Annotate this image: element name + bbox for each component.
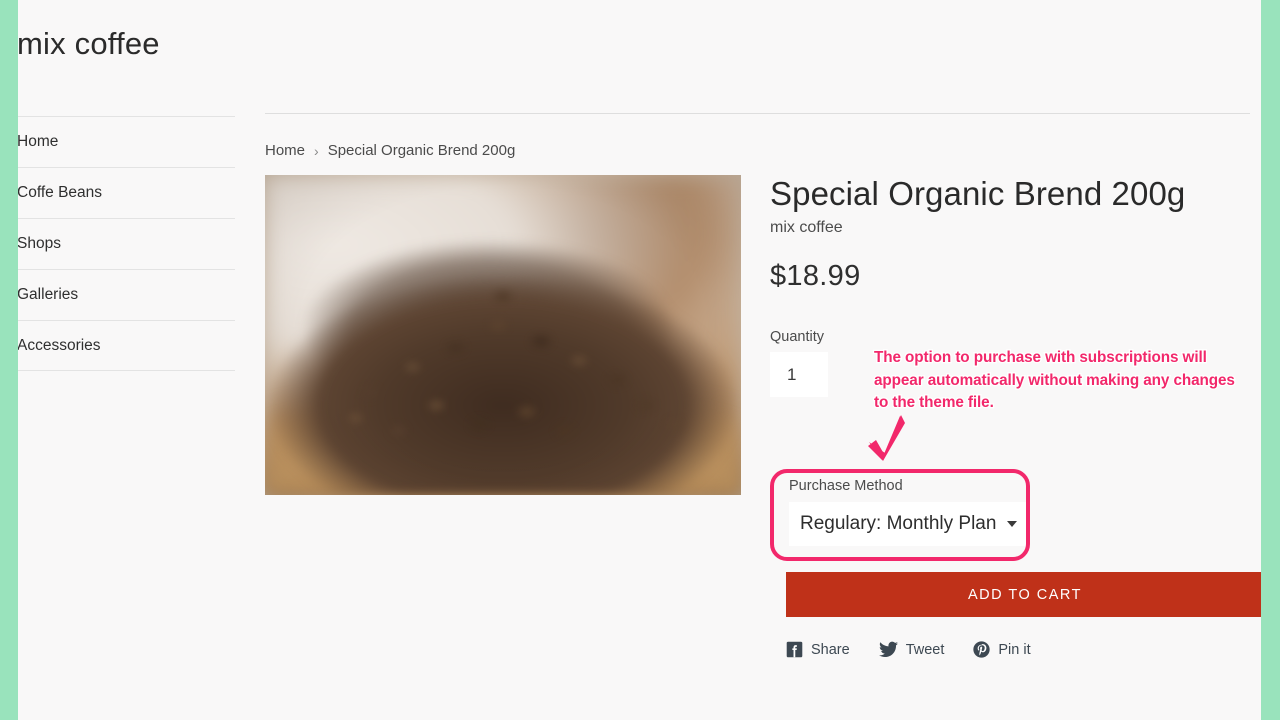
sidebar-item-home[interactable]: Home — [18, 116, 235, 167]
photo-vignette-layer — [265, 175, 741, 495]
page-border-right — [1261, 0, 1280, 720]
product-vendor[interactable]: mix coffee — [770, 219, 1248, 237]
quantity-input[interactable] — [770, 352, 828, 397]
sidebar-item-label: Coffe Beans — [18, 184, 103, 201]
sidebar-item-label: Galleries — [18, 286, 79, 303]
quantity-label: Quantity — [770, 329, 824, 345]
sidebar: mix coffee Home Coffe Beans Shops Galler… — [18, 0, 235, 720]
breadcrumb-home-link[interactable]: Home — [265, 142, 305, 159]
annotation-arrow-icon — [860, 414, 906, 467]
store-brand-title[interactable]: mix coffee — [18, 0, 235, 62]
add-to-cart-button[interactable]: ADD TO CART — [786, 572, 1261, 617]
purchase-method-block: Purchase Method Regulary: Monthly Plan — [782, 478, 1036, 546]
share-pinterest-button[interactable]: Pin it — [973, 641, 1031, 658]
share-twitter-label: Tweet — [905, 641, 945, 658]
breadcrumb: Home › Special Organic Brend 200g — [265, 142, 1251, 159]
pinterest-icon — [973, 641, 991, 658]
share-facebook-button[interactable]: Share — [786, 641, 850, 658]
purchase-method-select[interactable]: Regulary: Monthly Plan — [789, 502, 1027, 546]
product-section: Special Organic Brend 200g mix coffee $1… — [265, 175, 1261, 658]
breadcrumb-separator-icon: › — [314, 142, 319, 159]
sidebar-item-label: Accessories — [18, 336, 101, 354]
main-content: Home › Special Organic Brend 200g Specia… — [265, 0, 1261, 658]
product-title: Special Organic Brend 200g — [770, 175, 1186, 212]
sidebar-item-galleries[interactable]: Galleries — [18, 269, 235, 320]
sidebar-item-accessories[interactable]: Accessories — [18, 320, 235, 371]
facebook-icon — [786, 641, 803, 658]
chevron-down-icon — [1007, 521, 1018, 527]
sidebar-item-shops[interactable]: Shops — [18, 218, 235, 269]
breadcrumb-current: Special Organic Brend 200g — [327, 142, 516, 159]
product-price: $18.99 — [770, 260, 861, 292]
product-gallery — [265, 175, 741, 495]
share-twitter-button[interactable]: Tweet — [878, 641, 945, 658]
share-facebook-label: Share — [811, 641, 850, 658]
sidebar-nav: Home Coffe Beans Shops Galleries Accesso… — [18, 116, 235, 371]
share-row: Share Tweet Pin it — [786, 641, 1031, 658]
sidebar-item-label: Shops — [18, 235, 61, 252]
annotation-text: The option to purchase with subscription… — [873, 348, 1237, 413]
sidebar-item-label: Home — [18, 133, 59, 150]
share-pinterest-label: Pin it — [998, 641, 1031, 658]
screenshot-viewport: mix coffee Home Coffe Beans Shops Galler… — [0, 0, 1280, 720]
content-top-divider — [265, 113, 1250, 114]
purchase-method-label: Purchase Method — [789, 478, 903, 494]
page-border-left — [0, 0, 18, 720]
product-image[interactable] — [265, 175, 741, 495]
sidebar-item-coffe-beans[interactable]: Coffe Beans — [18, 167, 235, 218]
twitter-icon — [878, 641, 898, 658]
purchase-method-selected-value: Regulary: Monthly Plan — [800, 513, 997, 534]
